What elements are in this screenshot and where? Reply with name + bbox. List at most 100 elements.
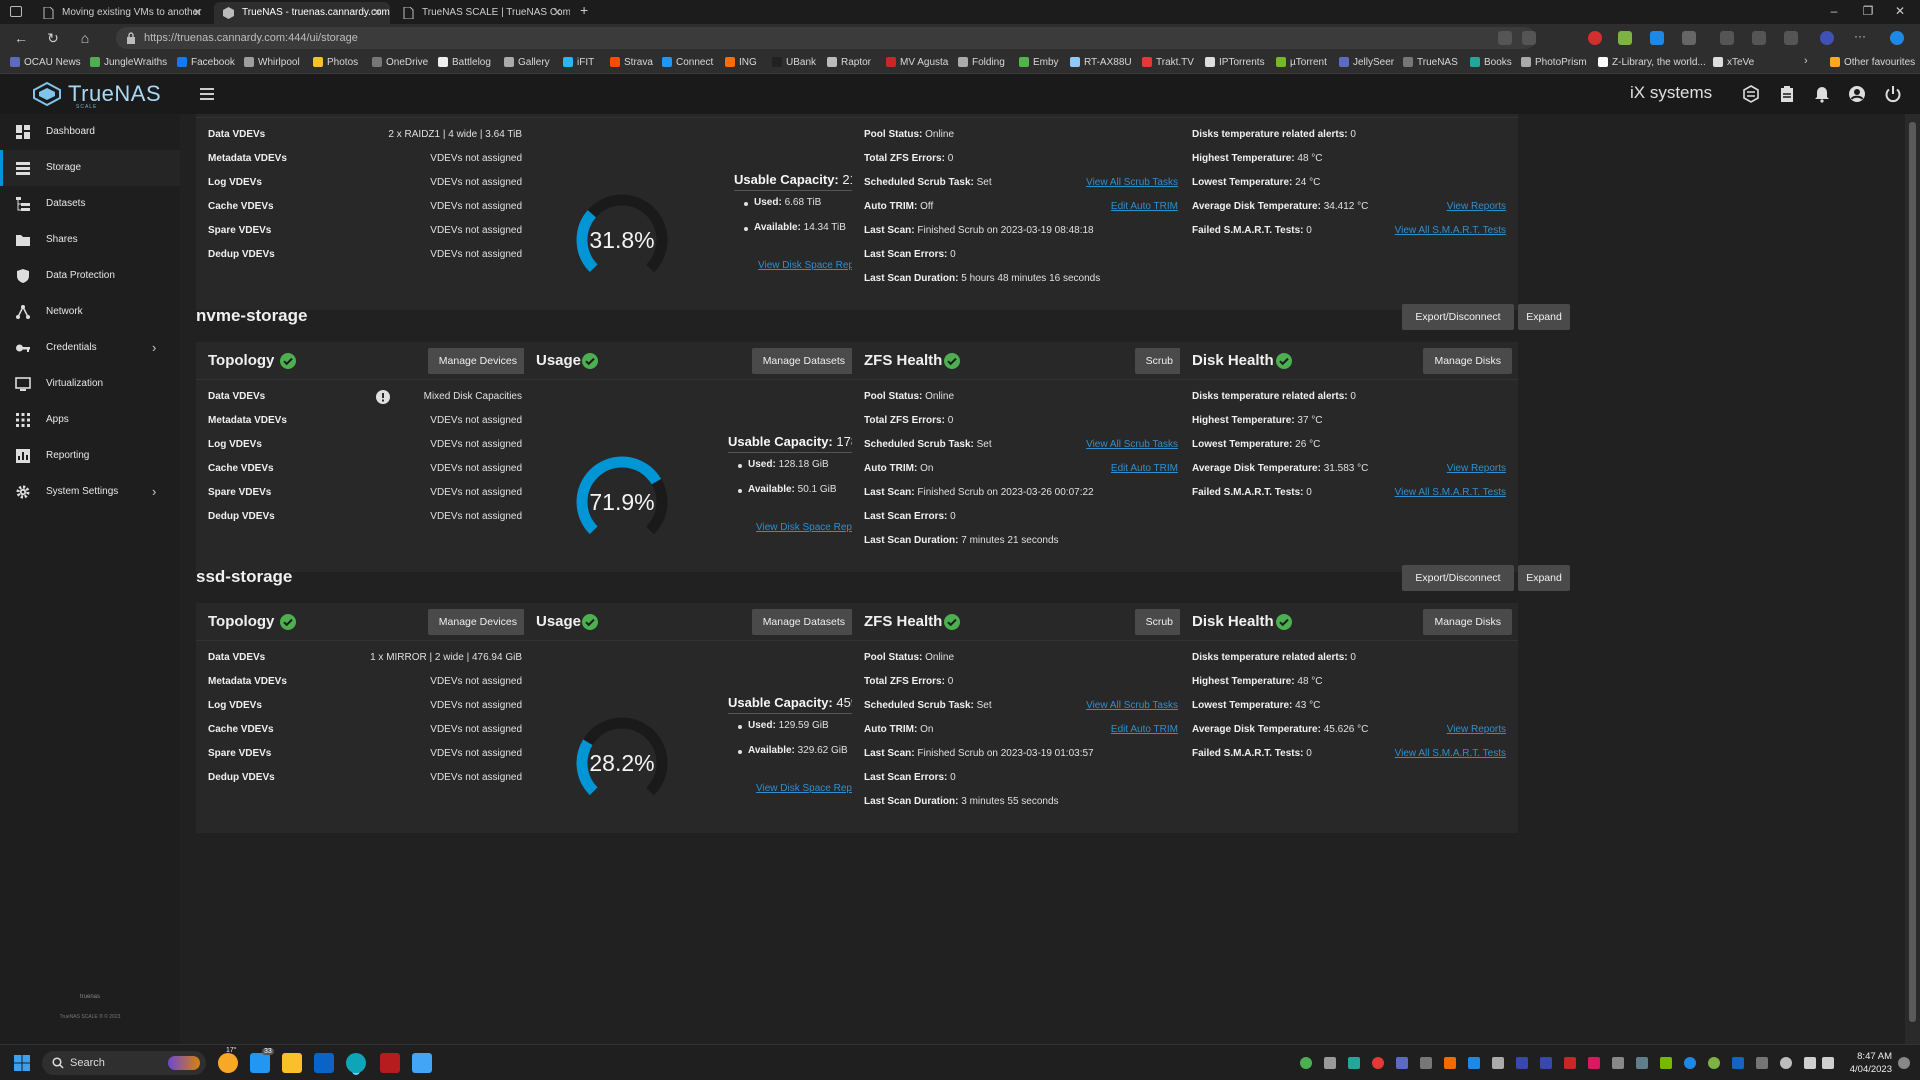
outlook-icon[interactable] [314,1053,334,1073]
fav-books[interactable]: Books [1470,52,1512,73]
fav-truenas[interactable]: TrueNAS [1403,52,1458,73]
weather-icon[interactable] [218,1053,238,1073]
tray-icon-grey[interactable] [1612,1057,1624,1069]
fav-rtax88u[interactable]: RT-AX88U [1070,52,1132,73]
fav-ocau[interactable]: OCAU News [10,52,81,73]
home-icon[interactable]: ⌂ [76,29,94,47]
fav-ing[interactable]: ING [725,52,757,73]
power-icon[interactable] [1884,85,1902,103]
tray-icon-bluetooth[interactable] [1684,1057,1696,1069]
fav-mvagusta[interactable]: MV Agusta [886,52,948,73]
fav-utorrent[interactable]: µTorrent [1276,52,1327,73]
manage-devices-button[interactable]: Manage Devices [427,348,528,374]
tray-icon-usb[interactable] [1492,1057,1504,1069]
scrollbar-thumb[interactable] [1909,122,1916,1022]
onedrive-icon[interactable] [1780,1057,1792,1069]
fav-onedrive[interactable]: OneDrive [372,52,428,73]
sidebar-item-virtualization[interactable]: Virtualization [0,366,180,402]
extension-shield-icon[interactable] [1650,31,1664,45]
sidebar-item-data-protection[interactable]: Data Protection [0,258,180,294]
view-all-scrub-tasks-link[interactable]: View All Scrub Tasks [1086,175,1178,191]
bing-icon[interactable] [1890,31,1904,45]
windows-start-icon[interactable] [14,1055,30,1071]
manage-datasets-button[interactable]: Manage Datasets [751,609,856,635]
view-all-scrub-tasks-link[interactable]: View All Scrub Tasks [1086,437,1178,453]
favourite-star-icon[interactable] [1522,31,1536,45]
sidebar-item-network[interactable]: Network [0,294,180,330]
fav-zlibrary[interactable]: Z-Library, the world... [1598,52,1706,73]
view-all-smart-tests-link[interactable]: View All S.M.A.R.T. Tests [1395,223,1506,239]
sidebar-item-shares[interactable]: Shares [0,222,180,258]
sidebar-item-credentials[interactable]: Credentials › [0,330,180,366]
export-disconnect-button[interactable]: Export/Disconnect [1402,565,1514,591]
clipboard-icon[interactable] [1778,85,1796,103]
tray-icon-lime[interactable] [1708,1057,1720,1069]
network-icon[interactable] [1804,1057,1816,1069]
truecommand-icon[interactable] [1742,85,1760,103]
profile-icon[interactable] [1820,31,1834,45]
fav-ubank[interactable]: UBank [772,52,816,73]
view-reports-link[interactable]: View Reports [1447,461,1506,477]
taskbar-clock[interactable]: 8:47 AM 4/04/2023 [1838,1050,1892,1076]
tray-icon-discord[interactable] [1324,1057,1336,1069]
fav-strava[interactable]: Strava [610,52,653,73]
tray-icon-monitor-b[interactable] [1540,1057,1552,1069]
view-all-smart-tests-link[interactable]: View All S.M.A.R.T. Tests [1395,485,1506,501]
menu-toggle-icon[interactable] [200,88,214,100]
sidebar-item-system-settings[interactable]: System Settings › [0,474,180,510]
sidebar-item-reporting[interactable]: Reporting [0,438,180,474]
remote-desktop-icon[interactable] [412,1053,432,1073]
tray-icon-orange[interactable] [1444,1057,1456,1069]
tray-icon-green[interactable] [1300,1057,1312,1069]
taskbar-search-input[interactable]: Search [42,1051,206,1075]
file-explorer-icon[interactable] [282,1053,302,1073]
fav-folding[interactable]: Folding [958,52,1005,73]
browser-tab-truenas[interactable]: TrueNAS - truenas.cannardy.com ✕ [214,2,390,24]
snipping-tool-icon[interactable] [380,1053,400,1073]
restore-icon[interactable]: ❐ [1856,0,1880,22]
scrub-button[interactable]: Scrub [1134,609,1184,635]
minimize-icon[interactable]: – [1822,0,1846,22]
edge-browser-icon[interactable] [346,1053,366,1073]
tab-actions-icon[interactable] [10,6,22,17]
tray-icon-teams[interactable] [1396,1057,1408,1069]
window-close-icon[interactable]: ✕ [1888,0,1912,22]
manage-datasets-button[interactable]: Manage Datasets [751,348,856,374]
edit-auto-trim-link[interactable]: Edit Auto TRIM [1111,461,1178,477]
bluetooth-icon[interactable] [1732,1057,1744,1069]
fav-iptorrents[interactable]: IPTorrents [1205,52,1265,73]
close-icon[interactable]: ✕ [373,2,382,24]
tray-icon-monitor-a[interactable] [1516,1057,1528,1069]
export-disconnect-button[interactable]: Export/Disconnect [1402,304,1514,330]
more-menu-icon[interactable]: ··· [1854,30,1868,45]
expand-button[interactable]: Expand [1518,565,1570,591]
fav-junglewraiths[interactable]: JungleWraiths [90,52,167,73]
extension-green-icon[interactable] [1618,31,1632,45]
tray-icon-blue[interactable] [1468,1057,1480,1069]
scrub-button[interactable]: Scrub [1134,348,1184,374]
new-tab-icon[interactable]: + [580,2,588,18]
view-all-scrub-tasks-link[interactable]: View All Scrub Tasks [1086,698,1178,714]
extension-red-icon[interactable] [1588,31,1602,45]
fav-connect[interactable]: Connect [662,52,713,73]
browser-tab-community[interactable]: TrueNAS SCALE | TrueNAS Comm ✕ [394,2,570,24]
bell-icon[interactable] [1813,85,1831,103]
history-icon[interactable] [1752,31,1766,45]
browser-tab-vms[interactable]: Moving existing VMs to another ✕ [34,2,210,24]
url-field[interactable]: https://truenas.cannardy.com:444/ui/stor… [116,27,1536,49]
volume-icon[interactable] [1822,1057,1834,1069]
view-reports-link[interactable]: View Reports [1447,722,1506,738]
sidebar-item-apps[interactable]: Apps [0,402,180,438]
tray-icon-red[interactable] [1372,1057,1384,1069]
widgets-icon[interactable] [250,1053,270,1073]
tray-icon-pink[interactable] [1588,1057,1600,1069]
other-favourites[interactable]: Other favourites [1830,52,1915,73]
notification-center-icon[interactable] [1898,1057,1910,1069]
extension-sync-icon[interactable] [1682,31,1696,45]
fav-emby[interactable]: Emby [1019,52,1059,73]
edit-auto-trim-link[interactable]: Edit Auto TRIM [1111,722,1178,738]
tray-icon-nvidia[interactable] [1660,1057,1672,1069]
fav-trakt[interactable]: Trakt.TV [1142,52,1194,73]
view-all-smart-tests-link[interactable]: View All S.M.A.R.T. Tests [1395,746,1506,762]
chevron-right-icon[interactable]: › [1804,55,1808,67]
